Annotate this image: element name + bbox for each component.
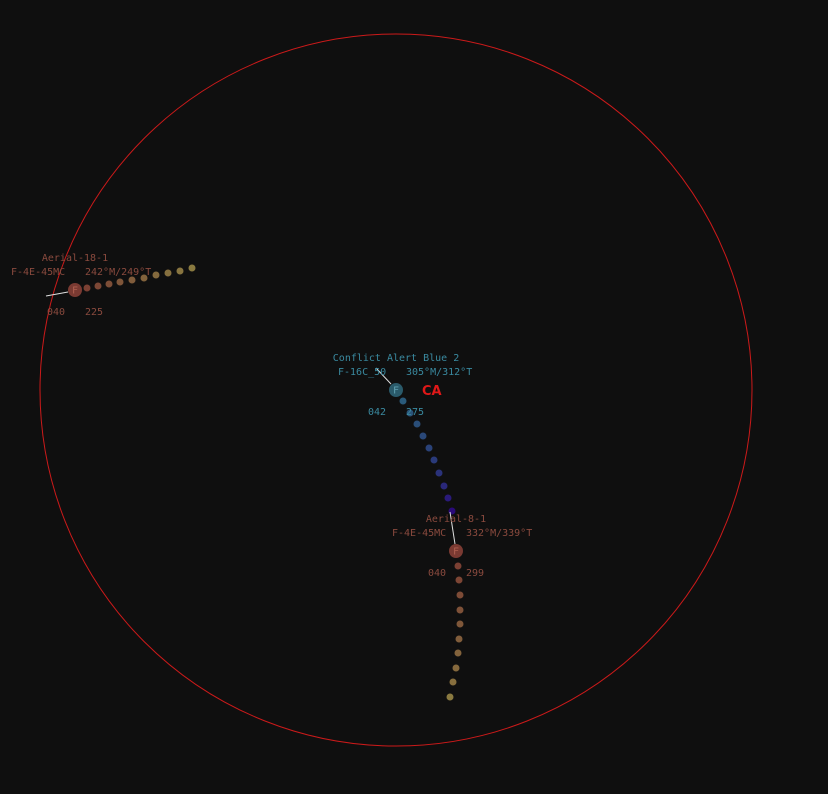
contact-heading: 305°M/312°T bbox=[406, 367, 472, 378]
trail-dot bbox=[413, 420, 421, 428]
contact-speed: 225 bbox=[85, 307, 103, 318]
aircraft-symbol-letter: F bbox=[393, 386, 399, 397]
heading-vector bbox=[45, 291, 69, 297]
contact-type: F-16C_50 bbox=[338, 367, 386, 378]
trail-dot bbox=[164, 269, 172, 277]
trail-dot bbox=[430, 456, 438, 464]
contact-altitude: 040 bbox=[47, 307, 65, 318]
contact-conflict-alert-blue-2[interactable]: F Conflict Alert Blue 2 F-16C_50 305°M/3… bbox=[333, 353, 472, 515]
trail-dot bbox=[454, 562, 462, 570]
contact-aerial-8-1[interactable]: F Aerial-8-1 F-4E-45MC 332°M/339°T 040 2… bbox=[392, 511, 532, 701]
aircraft-symbol-letter: F bbox=[453, 547, 459, 558]
trail-dot bbox=[452, 664, 460, 672]
contact-aerial-18-1[interactable]: F Aerial-18-1 F-4E-45MC 242°M/249°T 040 … bbox=[11, 253, 196, 318]
contact-type: F-4E-45MC bbox=[11, 267, 65, 278]
contact-callsign: Aerial-18-1 bbox=[42, 253, 108, 264]
trail-dot bbox=[449, 678, 457, 686]
contact-speed: 275 bbox=[406, 407, 424, 418]
radar-scope[interactable]: F Aerial-18-1 F-4E-45MC 242°M/249°T 040 … bbox=[0, 0, 828, 794]
aircraft-symbol-letter: F bbox=[72, 286, 78, 297]
track-history-trail bbox=[446, 562, 464, 701]
contact-altitude: 040 bbox=[428, 568, 446, 579]
trail-dot bbox=[176, 267, 184, 275]
trail-dot bbox=[83, 284, 91, 292]
trail-dot bbox=[425, 444, 433, 452]
trail-dot bbox=[188, 264, 196, 272]
trail-dot bbox=[446, 693, 454, 701]
trail-dot bbox=[419, 432, 427, 440]
trail-dot bbox=[454, 649, 462, 657]
trail-dot bbox=[435, 469, 443, 477]
trail-dot bbox=[444, 494, 452, 502]
contact-heading: 242°M/249°T bbox=[85, 267, 151, 278]
trail-dot bbox=[440, 482, 448, 490]
contact-type: F-4E-45MC bbox=[392, 528, 446, 539]
contact-altitude: 042 bbox=[368, 407, 386, 418]
trail-dot bbox=[152, 271, 160, 279]
contact-speed: 299 bbox=[466, 568, 484, 579]
trail-dot bbox=[116, 278, 124, 286]
trail-dot bbox=[105, 280, 113, 288]
trail-dot bbox=[455, 576, 463, 584]
trail-dot bbox=[456, 591, 464, 599]
trail-dot bbox=[399, 397, 407, 405]
trail-dot bbox=[94, 282, 102, 290]
conflict-alert-badge: CA bbox=[422, 384, 442, 399]
contact-callsign: Aerial-8-1 bbox=[426, 514, 486, 525]
contact-callsign: Conflict Alert Blue 2 bbox=[333, 353, 459, 364]
trail-dot bbox=[456, 606, 464, 614]
contact-heading: 332°M/339°T bbox=[466, 528, 532, 539]
trail-dot bbox=[456, 620, 464, 628]
trail-dot bbox=[455, 635, 463, 643]
